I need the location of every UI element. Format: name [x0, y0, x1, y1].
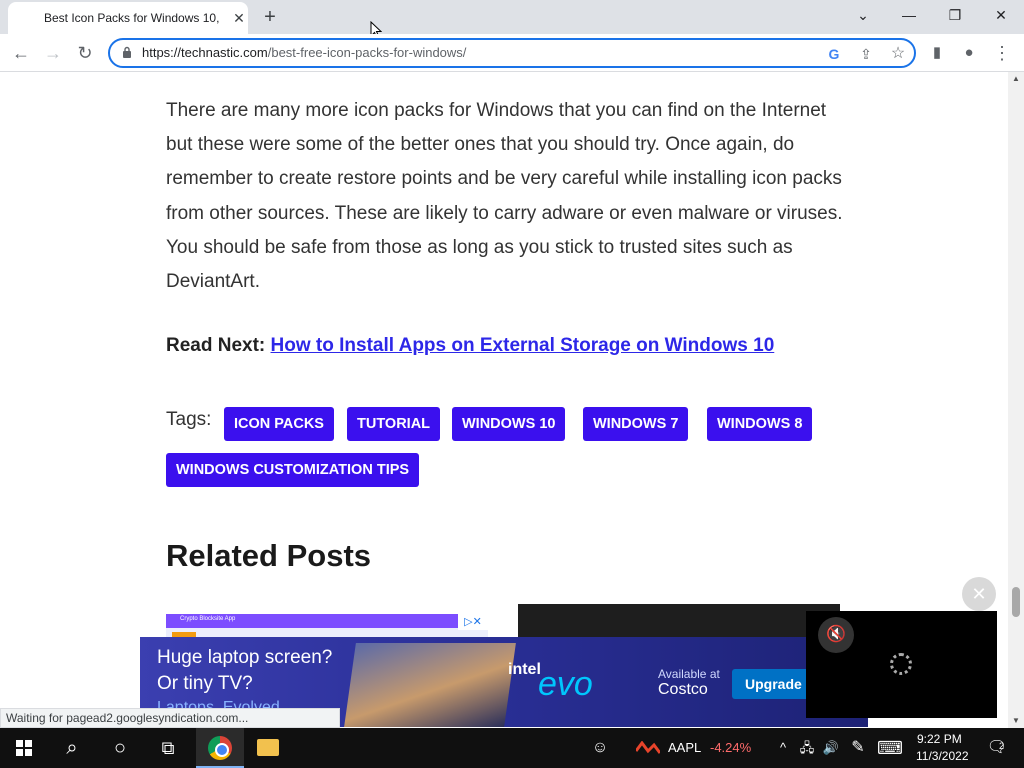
network-icon[interactable]: 🖧 — [796, 728, 818, 768]
notifications-glyph: 🗨 — [986, 739, 1008, 756]
share-icon[interactable]: ⇪ — [856, 44, 876, 64]
scroll-up-icon[interactable]: ▲ — [1008, 72, 1024, 86]
stock-symbol[interactable]: AAPL — [668, 740, 701, 755]
loading-spinner-icon — [890, 653, 912, 675]
google-lens-icon[interactable]: G — [824, 44, 844, 64]
tab-strip: Best Icon Packs for Windows 10, ... ✕ + … — [0, 0, 1024, 39]
ad-choices-icon[interactable]: ▷✕ — [458, 614, 488, 630]
ad-headline-1: Huge laptop screen? — [157, 647, 333, 668]
chevron-up-icon[interactable]: ^ — [774, 728, 792, 768]
ad-laptop-image — [344, 643, 516, 727]
tag-windows-10[interactable]: WINDOWS 10 — [452, 407, 566, 441]
thumbnail-header: Crypto Blocksite App — [166, 614, 488, 628]
task-view-icon[interactable]: ⧉ — [152, 728, 184, 768]
floating-video-player[interactable]: 🔇 — [806, 611, 997, 718]
minimize-button[interactable]: — — [894, 4, 924, 26]
pen-icon[interactable]: ✎ — [846, 728, 870, 768]
clock-time[interactable]: 9:22 PM — [917, 732, 962, 746]
people-icon[interactable]: ☺ — [588, 728, 612, 768]
stock-chart-icon — [636, 741, 660, 754]
notifications-icon[interactable]: 🗨 2 — [982, 728, 1012, 768]
url-text[interactable]: https://technastic.com/best-free-icon-pa… — [142, 45, 466, 60]
status-bar: Waiting for pagead2.googlesyndication.co… — [0, 708, 340, 728]
clock-date[interactable]: 11/3/2022 — [916, 749, 969, 763]
ad-intel-logo: intel — [508, 661, 541, 678]
ad-retailer: Costco — [658, 681, 708, 698]
volume-icon[interactable]: 🔊 — [820, 728, 842, 768]
mute-icon[interactable]: 🔇 — [818, 617, 854, 653]
keyboard-icon[interactable]: ⌨ — [876, 728, 904, 768]
lock-icon[interactable] — [122, 46, 132, 58]
chrome-icon — [208, 736, 232, 760]
tags-label: Tags: — [166, 409, 212, 430]
reload-button[interactable]: ↻ — [72, 40, 98, 66]
ad-headline-2: Or tiny TV? — [157, 673, 253, 694]
tab-close-icon[interactable]: ✕ — [230, 9, 248, 27]
profile-icon[interactable]: ● — [956, 40, 982, 66]
ad-available-at: Available at — [658, 667, 720, 681]
new-tab-button[interactable]: + — [258, 5, 282, 29]
forward-button[interactable]: → — [40, 40, 66, 66]
browser-menu-icon[interactable]: ⋮ — [989, 40, 1015, 66]
address-bar[interactable]: https://technastic.com/best-free-icon-pa… — [108, 38, 916, 68]
tag-windows-customization-tips[interactable]: WINDOWS CUSTOMIZATION TIPS — [166, 453, 420, 487]
tag-icon-packs[interactable]: ICON PACKS — [224, 407, 334, 441]
windows-taskbar: ⌕ ○ ⧉ ☺ AAPL -4.24% ^ 🖧 🔊 ✎ ⌨ 9:22 PM 11… — [0, 728, 1024, 768]
tag-windows-8[interactable]: WINDOWS 8 — [707, 407, 813, 441]
page-scrollbar[interactable]: ▲ ▼ — [1008, 72, 1024, 728]
scrollbar-thumb[interactable] — [1012, 587, 1020, 617]
browser-toolbar: ← → ↻ https://technastic.com/best-free-i… — [0, 34, 1024, 72]
url-host: https://technastic.com — [142, 45, 268, 60]
side-panel-icon[interactable]: ▮ — [924, 40, 950, 66]
close-window-button[interactable]: ✕ — [986, 4, 1016, 26]
cortana-icon[interactable]: ○ — [104, 728, 136, 768]
file-explorer-icon[interactable] — [257, 739, 279, 756]
read-next-link[interactable]: How to Install Apps on External Storage … — [271, 335, 775, 356]
back-button[interactable]: ← — [8, 40, 34, 66]
windows-logo-icon — [16, 740, 32, 756]
tag-windows-7[interactable]: WINDOWS 7 — [583, 407, 689, 441]
notification-count: 2 — [999, 741, 1005, 751]
tag-tutorial[interactable]: TUTORIAL — [347, 407, 441, 441]
taskbar-chrome-button[interactable] — [196, 728, 244, 768]
tab-title: Best Icon Packs for Windows 10, ... — [44, 11, 222, 25]
read-next-label: Read Next: — [166, 335, 266, 356]
article-paragraph: There are many more icon packs for Windo… — [166, 100, 843, 293]
restore-button[interactable]: ❐ — [940, 4, 970, 26]
browser-tab[interactable]: Best Icon Packs for Windows 10, ... ✕ — [8, 2, 248, 34]
search-icon[interactable]: ⌕ — [56, 728, 88, 768]
read-next: Read Next: How to Install Apps on Extern… — [166, 335, 774, 357]
video-close-button[interactable]: ✕ — [962, 577, 996, 611]
scroll-down-icon[interactable]: ▼ — [1008, 714, 1024, 728]
url-path: /best-free-icon-packs-for-windows/ — [267, 45, 467, 60]
ad-evo-logo: evo — [538, 665, 593, 703]
tab-search-icon[interactable]: ⌄ — [848, 4, 878, 26]
bookmark-star-icon[interactable]: ☆ — [888, 44, 908, 64]
related-posts-heading: Related Posts — [166, 538, 372, 573]
thumbnail-caption: Crypto Blocksite App — [180, 616, 236, 622]
start-button[interactable] — [6, 728, 42, 768]
stock-change[interactable]: -4.24% — [710, 740, 751, 755]
